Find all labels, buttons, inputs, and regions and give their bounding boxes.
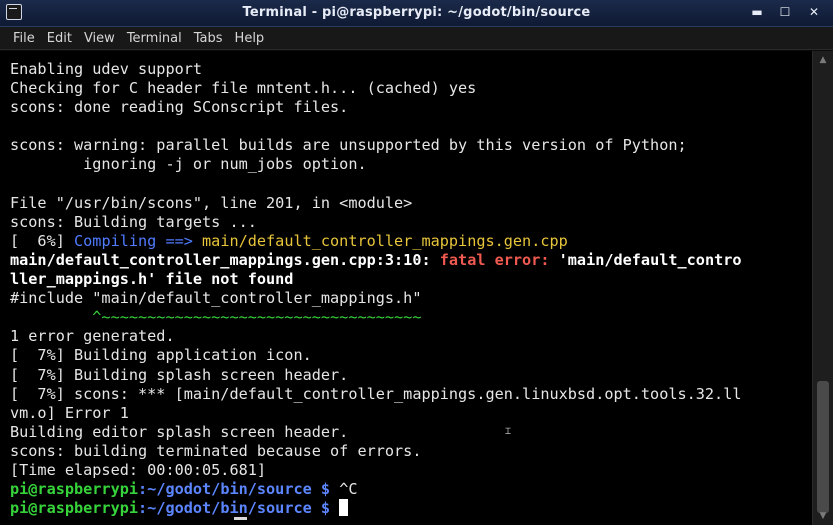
terminal-text-segment: Checking for C header file mntent.h... (… — [10, 79, 477, 98]
terminal-line: pi@raspberrypi:~/godot/bin/source $ — [10, 499, 742, 518]
terminal-text-segment: File "/usr/bin/scons", line 201, in <mod… — [10, 193, 413, 212]
bottom-edge-indicator — [234, 517, 247, 520]
terminal-line: scons: warning: parallel builds are unsu… — [10, 136, 742, 155]
terminal-text-segment: scons: warning: parallel builds are unsu… — [10, 136, 687, 155]
terminal-line: scons: Building targets ... — [10, 213, 742, 232]
terminal-line: [ 7%] Building application icon. — [10, 346, 742, 365]
terminal-line: [ 7%] scons: *** [main/default_controlle… — [10, 385, 742, 404]
terminal-text-segment: [ 6%] — [10, 231, 75, 250]
terminal-text-segment: scons: building terminated because of er… — [10, 441, 422, 460]
terminal-line: pi@raspberrypi:~/godot/bin/source $ ^C — [10, 480, 742, 499]
scroll-thumb[interactable] — [817, 381, 829, 513]
terminal-text-segment: main/default_controller_mappings.gen.cpp — [202, 231, 568, 250]
terminal-text-segment: [Time elapsed: 00:00:05.681] — [10, 460, 267, 479]
terminal-line: main/default_controller_mappings.gen.cpp… — [10, 251, 742, 270]
terminal-text-segment: fatal error: — [439, 250, 559, 269]
terminal-line: scons: done reading SConscript files. — [10, 98, 742, 117]
menu-edit[interactable]: Edit — [41, 27, 78, 50]
terminal-text-segment: ^C — [330, 480, 358, 499]
terminal-text-segment: Compiling ==> — [74, 231, 203, 250]
terminal-text-segment: pi@raspberrypi — [10, 480, 139, 499]
terminal-text-segment: pi@raspberrypi — [10, 499, 139, 518]
maximize-button[interactable]: ☐ — [776, 4, 794, 20]
terminal-line: [Time elapsed: 00:00:05.681] — [10, 461, 742, 480]
terminal-text-segment: ller_mappings.h' file not found — [10, 270, 294, 289]
terminal-line: #include "main/default_controller_mappin… — [10, 289, 742, 308]
title-bar[interactable]: Terminal - pi@raspberrypi: ~/godot/bin/s… — [0, 0, 833, 27]
terminal-text-segment: vm.o] Error 1 — [10, 403, 129, 422]
menu-help[interactable]: Help — [229, 27, 271, 50]
menu-bar: File Edit View Terminal Tabs Help — [0, 27, 833, 50]
minimize-button[interactable]: ▬ — [748, 4, 766, 20]
terminal-line: ller_mappings.h' file not found — [10, 270, 742, 289]
terminal-text-segment: Building editor splash screen header. — [10, 422, 349, 441]
terminal-line: [ 6%] Compiling ==> main/default_control… — [10, 232, 742, 251]
scroll-down-arrow-icon[interactable]: ▼ — [817, 511, 829, 521]
terminal-text-segment: Enabling udev support — [10, 60, 203, 78]
terminal-line: Building editor splash screen header. — [10, 423, 742, 442]
menu-terminal[interactable]: Terminal — [121, 27, 188, 50]
terminal-line: Checking for C header file mntent.h... (… — [10, 79, 742, 98]
terminal-line: ^~~~~~~~~~~~~~~~~~~~~~~~~~~~~~~~~~~~ — [10, 308, 742, 327]
terminal-text-segment: [ 7%] Building splash screen header. — [10, 365, 349, 384]
terminal-output[interactable]: Enabling udev support Checking for C head… — [0, 51, 812, 525]
terminal-text-segment: : — [138, 499, 148, 518]
terminal-text-segment: main/default_controller_mappings.gen.cpp… — [10, 250, 440, 269]
terminal-line: File "/usr/bin/scons", line 201, in <mod… — [10, 194, 742, 213]
terminal-text-segment: [ 7%] scons: *** [main/default_controlle… — [10, 384, 742, 403]
close-button[interactable]: ✕ — [805, 4, 823, 20]
terminal-text-segment: ^~~~~~~~~~~~~~~~~~~~~~~~~~~~~~~~~~~~ — [10, 308, 422, 327]
terminal-line: Enabling udev support — [10, 60, 742, 79]
terminal-text-segment: ~/godot/bin/source $ — [147, 499, 331, 518]
vertical-scrollbar[interactable]: ▲ ▼ — [812, 51, 833, 525]
terminal-text-segment: scons: Building targets ... — [10, 212, 257, 231]
scroll-up-arrow-icon[interactable]: ▲ — [817, 55, 829, 65]
terminal-text-segment: [ 7%] Building application icon. — [10, 346, 312, 365]
terminal-text-segment: : — [138, 480, 148, 499]
terminal-text-segment: 1 error generated. — [10, 327, 175, 346]
terminal-text-segment: ~/godot/bin/source $ — [147, 480, 331, 499]
terminal-lines: Enabling udev support Checking for C head… — [10, 60, 742, 518]
menu-file[interactable]: File — [7, 27, 41, 50]
terminal-text-segment: #include "main/default_controller_mappin… — [10, 289, 422, 308]
menu-tabs[interactable]: Tabs — [188, 27, 229, 50]
terminal-text-segment: 'main/default_contro — [558, 250, 742, 269]
mouse-ibeam-cursor-icon: ⌶ — [505, 426, 512, 437]
terminal-line: 1 error generated. — [10, 327, 742, 346]
text-cursor — [339, 499, 349, 517]
terminal-line: scons: building terminated because of er… — [10, 442, 742, 461]
menu-view[interactable]: View — [78, 27, 121, 50]
terminal-text-segment: ignoring -j or num_jobs option. — [10, 155, 367, 174]
terminal-line: vm.o] Error 1 — [10, 404, 742, 423]
window-title: Terminal - pi@raspberrypi: ~/godot/bin/s… — [242, 5, 591, 20]
terminal-text-segment: scons: done reading SConscript files. — [10, 98, 349, 117]
terminal-line: ignoring -j or num_jobs option. — [10, 155, 742, 174]
terminal-line: [ 7%] Building splash screen header. — [10, 366, 742, 385]
